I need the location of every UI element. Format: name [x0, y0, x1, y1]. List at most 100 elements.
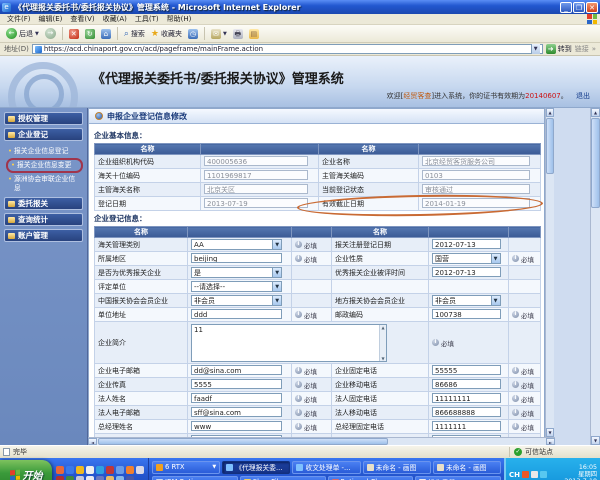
quicklaunch-icon[interactable] — [86, 475, 94, 480]
sidebar-subitem-related-enterprise[interactable]: • 源洲协会审联企业信息 — [6, 174, 83, 194]
history-button[interactable]: ◷ — [186, 28, 200, 39]
postcode-input[interactable]: 100738 — [432, 308, 501, 319]
mail-button[interactable]: ✉ ▼ — [209, 28, 229, 39]
scrollbar-thumb[interactable] — [98, 438, 388, 445]
frame-vertical-scrollbar[interactable]: ▲ ▼ — [545, 108, 554, 437]
company-intro-textarea[interactable]: 11 — [191, 323, 387, 362]
taskbar-button-ie-active[interactable]: 《代理报关委... — [222, 460, 291, 474]
go-button[interactable]: ➜ 转到 — [545, 44, 572, 54]
quicklaunch-icon[interactable] — [86, 465, 94, 474]
sidebar-item-entrust-declare[interactable]: 委托报关 — [4, 197, 83, 210]
menu-file[interactable]: 文件(F) — [3, 14, 35, 24]
address-input[interactable]: https://acd.chinaport.gov.cn/acd/pagefra… — [31, 44, 543, 54]
textarea-scrollbar[interactable] — [379, 324, 386, 361]
language-indicator[interactable]: CH — [509, 471, 520, 479]
region-input[interactable]: beijing — [191, 252, 283, 263]
edit-button[interactable]: ▤ — [247, 28, 261, 39]
quicklaunch-icon[interactable] — [116, 475, 124, 480]
manager-name-input[interactable]: www — [191, 420, 283, 431]
quicklaunch-icon[interactable] — [56, 475, 64, 480]
scroll-right-icon[interactable]: ► — [546, 438, 555, 445]
logout-link[interactable]: 退出 — [576, 92, 590, 100]
print-button[interactable]: 🖶 — [231, 28, 245, 39]
taskbar-button-rtx[interactable]: 6 RTX ▼ — [152, 460, 221, 474]
sidebar-subitem-info-change[interactable]: • 报关企业信息变更 — [9, 160, 80, 171]
quicklaunch-icon[interactable] — [66, 475, 74, 480]
scroll-down-icon[interactable]: ▼ — [591, 436, 600, 445]
minimize-button[interactable]: _ — [560, 1, 572, 13]
tray-icon[interactable] — [522, 471, 529, 478]
taskbar-button-manual[interactable]: 操作手册2013... — [415, 475, 501, 480]
search-button[interactable]: ⌕ 搜索 — [122, 29, 147, 39]
quicklaunch-icon[interactable] — [136, 465, 144, 474]
legal-phone-input[interactable]: 11111111 — [432, 392, 501, 403]
local-assoc-member-select[interactable]: 非会员 ▼ — [432, 295, 501, 306]
scroll-left-icon[interactable]: ◄ — [88, 438, 97, 445]
forward-button[interactable]: → — [43, 28, 58, 39]
taskbar-button-paint2[interactable]: 未命名 - 画图 — [432, 460, 502, 474]
china-assoc-member-select[interactable]: 非会员 ▼ — [191, 295, 283, 306]
scroll-up-icon[interactable]: ▲ — [591, 108, 600, 117]
start-button[interactable]: 开始 — [0, 460, 52, 480]
quicklaunch-icon[interactable] — [56, 465, 64, 474]
back-button[interactable]: ← 后退 ▼ — [4, 28, 41, 39]
sidebar-item-auth-mgmt[interactable]: 授权管理 — [4, 112, 83, 125]
taskbar-button-showfile[interactable]: ShowFile — [239, 475, 326, 480]
quicklaunch-icon[interactable] — [96, 475, 104, 480]
quicklaunch-icon[interactable] — [76, 465, 84, 474]
address-field-input[interactable]: ddd — [191, 308, 283, 319]
taskbar-button-paint1[interactable]: 未命名 - 画图 — [362, 460, 431, 474]
scroll-down-icon[interactable]: ▼ — [546, 428, 554, 437]
manager-phone-input[interactable]: 1111111 — [432, 420, 501, 431]
sidebar-item-account-mgmt[interactable]: 账户管理 — [4, 229, 83, 242]
quicklaunch-icon[interactable] — [96, 465, 104, 474]
sidebar-item-query-stats[interactable]: 查询统计 — [4, 213, 83, 226]
scrollbar-thumb[interactable] — [546, 118, 554, 174]
taskbar-button-rational[interactable]: Rational Cl... — [327, 475, 414, 480]
sidebar-item-enterprise-reg[interactable]: 企业登记 — [4, 128, 83, 141]
company-fax-input[interactable]: 5555 — [191, 378, 283, 389]
scrollbar-thumb[interactable] — [591, 118, 600, 208]
menu-help[interactable]: 帮助(H) — [163, 14, 196, 24]
quicklaunch-icon[interactable] — [106, 465, 114, 474]
reg-register-date-input[interactable]: 2012-07-13 — [432, 238, 501, 249]
scroll-up-icon[interactable]: ▲ — [546, 108, 554, 117]
company-phone-input[interactable]: 55555 — [432, 364, 501, 375]
eval-unit-select[interactable]: --请选择-- ▼ — [191, 281, 283, 292]
sidebar-subitem-info-register[interactable]: • 报关企业信息登记 — [6, 146, 83, 157]
quicklaunch-icon[interactable] — [76, 475, 84, 480]
tray-icon[interactable] — [531, 471, 538, 478]
menu-edit[interactable]: 编辑(E) — [35, 14, 67, 24]
quicklaunch-icon[interactable] — [116, 465, 124, 474]
company-email-input[interactable]: dd@sina.com — [191, 364, 283, 375]
menu-tools[interactable]: 工具(T) — [131, 14, 163, 24]
manager-email-input[interactable] — [191, 434, 283, 437]
quicklaunch-icon[interactable] — [106, 475, 114, 480]
manager-mobile-input[interactable] — [432, 434, 501, 437]
taskbar-button-ibm[interactable]: IBM Rationa... — [152, 475, 238, 480]
taskbar-button-doc[interactable]: 收文处理单 -... — [292, 460, 361, 474]
excellent-eval-time-input[interactable]: 2012-07-13 — [432, 266, 501, 277]
quicklaunch-icon[interactable] — [66, 465, 74, 474]
frame-horizontal-scrollbar[interactable]: ◄ ► — [88, 437, 555, 445]
close-button[interactable]: ✕ — [586, 1, 598, 13]
address-dropdown-icon[interactable]: ▼ — [530, 44, 540, 54]
legal-name-input[interactable]: faadf — [191, 392, 283, 403]
legal-mobile-input[interactable]: 866688888 — [432, 406, 501, 417]
excellent-enterprise-select[interactable]: 是 ▼ — [191, 267, 283, 278]
customs-category-select[interactable]: AA ▼ — [191, 239, 283, 250]
legal-email-input[interactable]: sff@sina.com — [191, 406, 283, 417]
quicklaunch-icon[interactable] — [126, 465, 134, 474]
quicklaunch-icon[interactable] — [126, 475, 134, 480]
enterprise-nature-select[interactable]: 国营 ▼ — [432, 253, 501, 264]
favorites-button[interactable]: ★ 收藏夹 — [149, 29, 184, 39]
refresh-button[interactable]: ↻ — [83, 28, 97, 39]
browser-vertical-scrollbar[interactable]: ▲ ▼ — [590, 108, 600, 445]
home-button[interactable]: ⌂ — [99, 28, 113, 39]
links-chevron-icon[interactable]: » — [592, 45, 596, 53]
company-mobile-input[interactable]: 86686 — [432, 378, 501, 389]
menu-favorites[interactable]: 收藏(A) — [99, 14, 131, 24]
links-label[interactable]: 链接 — [575, 44, 589, 54]
tray-icon[interactable] — [540, 471, 547, 478]
maximize-button[interactable]: ❐ — [573, 1, 585, 13]
